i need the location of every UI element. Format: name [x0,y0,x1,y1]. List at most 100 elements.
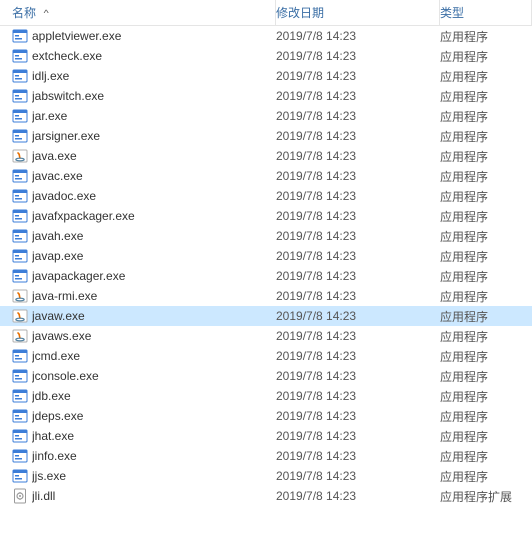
file-row[interactable]: jdb.exe 2019/7/8 14:23应用程序 [0,386,532,406]
file-type-cell: 应用程序 [440,128,532,145]
file-name-cell[interactable]: javac.exe [0,168,276,184]
file-name-label: javac.exe [32,169,83,183]
file-row[interactable]: jli.dll2019/7/8 14:23应用程序扩展 [0,486,532,506]
file-name-cell[interactable]: jdb.exe [0,388,276,404]
column-header-date[interactable]: 修改日期 [276,0,440,25]
file-date-cell: 2019/7/8 14:23 [276,389,440,403]
java-exe-icon [12,328,28,344]
file-type-cell: 应用程序 [440,288,532,305]
file-row[interactable]: jdeps.exe2019/7/8 14:23应用程序 [0,406,532,426]
file-type-cell: 应用程序 [440,168,532,185]
file-type-cell: 应用程序扩展 [440,488,532,505]
file-name-cell[interactable]: jarsigner.exe [0,128,276,144]
column-header[interactable]: 名称 ^ 修改日期 类型 [0,0,532,26]
column-header-type[interactable]: 类型 [440,0,532,25]
file-name-cell[interactable]: jhat.exe [0,428,276,444]
file-date-cell: 2019/7/8 14:23 [276,49,440,63]
exe-generic-icon [12,348,28,364]
file-name-cell[interactable]: javaw.exe [0,308,276,324]
file-name-cell[interactable]: java-rmi.exe [0,288,276,304]
file-type-cell: 应用程序 [440,328,532,345]
file-row[interactable]: jjs.exe2019/7/8 14:23应用程序 [0,466,532,486]
exe-generic-icon [12,88,28,104]
file-row[interactable]: idlj.exe2019/7/8 14:23应用程序 [0,66,532,86]
exe-generic-icon [12,188,28,204]
file-row[interactable]: javafxpackager.exe2019/7/8 14:23应用程序 [0,206,532,226]
file-row[interactable]: jconsole.exe2019/7/8 14:23应用程序 [0,366,532,386]
file-date-cell: 2019/7/8 14:23 [276,109,440,123]
file-name-cell[interactable]: javafxpackager.exe [0,208,276,224]
file-date-cell: 2019/7/8 14:23 [276,449,440,463]
file-row[interactable]: javapackager.exe2019/7/8 14:23应用程序 [0,266,532,286]
file-name-cell[interactable]: jdeps.exe [0,408,276,424]
file-row[interactable]: java-rmi.exe2019/7/8 14:23应用程序 [0,286,532,306]
file-date-cell: 2019/7/8 14:23 [276,309,440,323]
file-type-cell: 应用程序 [440,248,532,265]
file-name-label: jdeps.exe [32,409,83,423]
file-name-label: java.exe [32,149,77,163]
file-name-cell[interactable]: jli.dll [0,488,276,504]
file-name-cell[interactable]: idlj.exe [0,68,276,84]
file-row[interactable]: extcheck.exe2019/7/8 14:23应用程序 [0,46,532,66]
file-row[interactable]: jabswitch.exe2019/7/8 14:23应用程序 [0,86,532,106]
file-date-cell: 2019/7/8 14:23 [276,29,440,43]
file-row[interactable]: javac.exe2019/7/8 14:23应用程序 [0,166,532,186]
exe-generic-icon [12,48,28,64]
file-row[interactable]: jhat.exe2019/7/8 14:23应用程序 [0,426,532,446]
exe-generic-icon [12,368,28,384]
file-row[interactable]: jinfo.exe2019/7/8 14:23应用程序 [0,446,532,466]
file-type-cell: 应用程序 [440,388,532,405]
file-name-cell[interactable]: javapackager.exe [0,268,276,284]
file-name-cell[interactable]: jconsole.exe [0,368,276,384]
file-date-cell: 2019/7/8 14:23 [276,469,440,483]
file-type-cell: 应用程序 [440,28,532,45]
file-name-label: jarsigner.exe [32,129,100,143]
file-type-cell: 应用程序 [440,148,532,165]
file-row[interactable]: javaws.exe2019/7/8 14:23应用程序 [0,326,532,346]
file-row[interactable]: javap.exe2019/7/8 14:23应用程序 [0,246,532,266]
file-name-label: jar.exe [32,109,67,123]
file-type-cell: 应用程序 [440,188,532,205]
file-name-cell[interactable]: jar.exe [0,108,276,124]
file-type-cell: 应用程序 [440,48,532,65]
file-row[interactable]: jar.exe2019/7/8 14:23应用程序 [0,106,532,126]
column-header-name[interactable]: 名称 ^ [0,0,276,25]
file-name-cell[interactable]: appletviewer.exe [0,28,276,44]
file-name-cell[interactable]: jinfo.exe [0,448,276,464]
exe-generic-icon [12,68,28,84]
file-name-label: javapackager.exe [32,269,125,283]
file-name-cell[interactable]: java.exe [0,148,276,164]
file-date-cell: 2019/7/8 14:23 [276,349,440,363]
file-name-cell[interactable]: jjs.exe [0,468,276,484]
file-row[interactable]: appletviewer.exe2019/7/8 14:23应用程序 [0,26,532,46]
file-name-cell[interactable]: javadoc.exe [0,188,276,204]
file-name-cell[interactable]: extcheck.exe [0,48,276,64]
file-row[interactable]: jcmd.exe2019/7/8 14:23应用程序 [0,346,532,366]
file-name-label: jdb.exe [32,389,71,403]
file-name-cell[interactable]: javap.exe [0,248,276,264]
exe-generic-icon [12,208,28,224]
file-row[interactable]: javaw.exe2019/7/8 14:23应用程序 [0,306,532,326]
exe-generic-icon [12,428,28,444]
file-row[interactable]: java.exe 2019/7/8 14:23应用程序 [0,146,532,166]
java-exe-icon [12,308,28,324]
file-type-cell: 应用程序 [440,348,532,365]
file-name-cell[interactable]: javaws.exe [0,328,276,344]
exe-generic-icon [12,448,28,464]
file-name-cell[interactable]: jabswitch.exe [0,88,276,104]
file-name-cell[interactable]: javah.exe [0,228,276,244]
java-exe-icon [12,288,28,304]
file-type-cell: 应用程序 [440,368,532,385]
file-date-cell: 2019/7/8 14:23 [276,69,440,83]
file-row[interactable]: javadoc.exe2019/7/8 14:23应用程序 [0,186,532,206]
file-type-cell: 应用程序 [440,468,532,485]
column-name-label: 名称 [12,4,36,21]
file-name-label: javafxpackager.exe [32,209,135,223]
file-list[interactable]: appletviewer.exe2019/7/8 14:23应用程序extche… [0,26,532,506]
exe-generic-icon [12,108,28,124]
file-date-cell: 2019/7/8 14:23 [276,149,440,163]
file-name-cell[interactable]: jcmd.exe [0,348,276,364]
file-row[interactable]: jarsigner.exe2019/7/8 14:23应用程序 [0,126,532,146]
file-row[interactable]: javah.exe2019/7/8 14:23应用程序 [0,226,532,246]
exe-generic-icon [12,168,28,184]
